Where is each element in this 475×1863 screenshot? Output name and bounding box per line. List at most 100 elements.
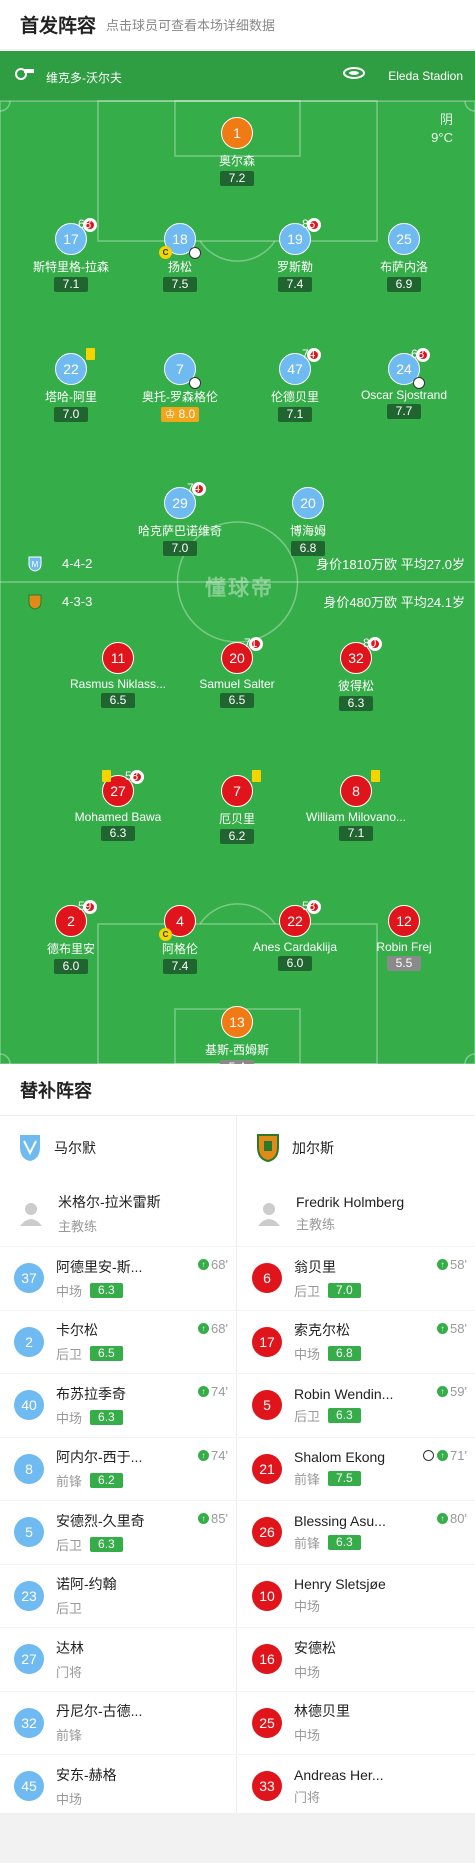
away-subs-team[interactable]: 加尔斯 bbox=[238, 1116, 475, 1180]
page-subtitle: 点击球员可查看本场详细数据 bbox=[106, 18, 276, 33]
player-rating: 7.1 bbox=[54, 277, 88, 292]
home-subs-team-name: 马尔默 bbox=[54, 1140, 96, 1156]
pitch: 维克多-沃尔夫 Eleda Stadion 阴 9°C M 4-4-2 身价18… bbox=[0, 51, 475, 1064]
player-name: 扬松 bbox=[167, 260, 192, 274]
sub-player-position: 中场 bbox=[56, 1791, 83, 1807]
lineup-header: 首发阵容 点击球员可查看本场详细数据 bbox=[0, 0, 475, 50]
sub-in-minute: 58' bbox=[450, 1320, 467, 1336]
away-player[interactable]: 4 C 阿格伦 7.4 bbox=[115, 905, 245, 975]
away-formation: 4-3-3 bbox=[62, 594, 93, 609]
jersey-number: 4C bbox=[159, 905, 196, 941]
player-rating: 6.0 bbox=[278, 956, 312, 971]
home-player[interactable]: 24 68' Oscar Sjostrand 7.7 bbox=[339, 347, 469, 420]
sub-player-row[interactable]: 16 安德松 中场 bbox=[238, 1627, 475, 1691]
gais-crest-icon bbox=[28, 594, 42, 610]
player-name: 布萨内洛 bbox=[379, 260, 428, 274]
away-player[interactable]: 20 71' Samuel Salter 6.5 bbox=[172, 636, 302, 709]
player-rating: 7.2 bbox=[220, 171, 254, 186]
home-player[interactable]: 1 奥尔森 7.2 bbox=[172, 117, 302, 187]
sub-player-name: 布苏拉季奇 bbox=[56, 1385, 126, 1402]
malmo-crest-icon: M bbox=[28, 556, 42, 572]
sub-player-name: 翁贝里 bbox=[294, 1258, 336, 1275]
sub-in-minute: 71' bbox=[450, 1447, 467, 1463]
weather-info: 阴 9°C bbox=[431, 111, 453, 147]
sub-minute: 85' bbox=[302, 217, 318, 231]
sub-player-position: 前锋 bbox=[294, 1472, 321, 1488]
sub-player-name: 安东-赫格 bbox=[56, 1766, 117, 1783]
jersey-number: 5 bbox=[252, 1390, 282, 1421]
player-name: Robin Frej bbox=[376, 940, 432, 954]
home-age: 平均27.0岁 bbox=[400, 557, 465, 572]
jersey-number: 18 C bbox=[159, 223, 201, 259]
away-player[interactable]: 7 厄贝里 6.2 bbox=[172, 770, 302, 845]
sub-in-indicator: ↑ 74' bbox=[198, 1384, 228, 1399]
sub-player-row[interactable]: 6 翁贝里 后卫 7.0 ↑ 58' bbox=[238, 1246, 475, 1310]
sub-player-position: 前锋 bbox=[56, 1474, 83, 1490]
player-name: William Milovano... bbox=[305, 810, 407, 824]
jersey-number: 11 bbox=[102, 642, 134, 674]
sub-minute: 71' bbox=[244, 636, 260, 650]
player-name: 奥托-罗森格伦 bbox=[142, 390, 218, 404]
home-player[interactable]: 18 C 扬松 7.5 bbox=[115, 223, 245, 293]
home-player[interactable]: 20 博海姆 6.8 bbox=[243, 487, 373, 557]
sub-minute: 74' bbox=[302, 347, 318, 361]
home-player[interactable]: 7 奥托-罗森格伦 ♔ 8.0 bbox=[115, 353, 245, 423]
sub-player-row[interactable]: 5 Robin Wendin... 后卫 6.3 ↑ 59' bbox=[238, 1373, 475, 1437]
jersey-number: 19 85' bbox=[279, 217, 321, 255]
sub-player-name: 达林 bbox=[56, 1639, 84, 1656]
player-rating: 7.4 bbox=[163, 959, 197, 974]
home-player[interactable]: 29 74' 哈克萨巴诺维奇 7.0 bbox=[115, 481, 245, 557]
sub-player-position: 中场 bbox=[294, 1728, 321, 1744]
sub-player-name: 阿内尔-西于... bbox=[56, 1449, 143, 1466]
sub-player-position: 中场 bbox=[294, 1664, 321, 1680]
player-rating: 6.5 bbox=[220, 693, 254, 708]
sub-player-row[interactable]: 17 索克尔松 中场 6.8 ↑ 58' bbox=[238, 1309, 475, 1374]
sub-player-name: 卡尔松 bbox=[56, 1322, 98, 1339]
sub-player-rating: 7.0 bbox=[328, 1282, 361, 1298]
sub-player-rating: 6.3 bbox=[90, 1282, 123, 1298]
away-player[interactable]: 32 80' 彼得松 6.3 bbox=[291, 636, 421, 712]
sub-player-row[interactable]: 8 阿内尔-西于... 前锋 6.2 ↑ 74' bbox=[0, 1436, 236, 1501]
sub-player-row[interactable]: 26 Blessing Asu... 前锋 6.3 ↑ 80' bbox=[238, 1500, 475, 1564]
sub-player-row[interactable]: 5 安德烈-久里奇 后卫 6.3 ↑ 85' bbox=[0, 1500, 236, 1564]
sub-player-position: 后卫 bbox=[56, 1537, 83, 1553]
weather-temp: 9°C bbox=[431, 130, 453, 145]
yellow-card-icon bbox=[86, 348, 95, 360]
captain-badge: C bbox=[159, 928, 172, 941]
svg-text:M: M bbox=[32, 560, 39, 569]
sub-player-position: 门将 bbox=[294, 1789, 321, 1805]
home-subs-team[interactable]: 马尔默 bbox=[0, 1116, 236, 1180]
sub-player-row[interactable]: 37 阿德里安-斯... 中场 6.3 ↑ 68' bbox=[0, 1246, 236, 1310]
away-player[interactable]: 13基斯-西姆斯5.4 bbox=[172, 1006, 302, 1064]
sub-player-row[interactable]: 2 卡尔松 后卫 6.5 ↑ 68' bbox=[0, 1309, 236, 1374]
sub-player-row[interactable]: 45 安东-赫格中场 bbox=[0, 1754, 236, 1818]
football-icon bbox=[189, 377, 201, 389]
sub-player-row[interactable]: 27 达林 门将 bbox=[0, 1627, 236, 1691]
sub-in-indicator: ↑ 68' bbox=[198, 1257, 228, 1272]
sub-player-row[interactable]: 40 布苏拉季奇 中场 6.3 ↑ 74' bbox=[0, 1373, 236, 1437]
sub-player-row[interactable]: 32 丹尼尔-古德... 前锋 bbox=[0, 1690, 236, 1755]
sub-player-position: 后卫 bbox=[56, 1601, 83, 1617]
sub-minute: 74' bbox=[187, 481, 203, 495]
jersey-number: 26 bbox=[252, 1517, 282, 1548]
away-player[interactable]: 8 William Milovano... 7.1 bbox=[291, 770, 421, 842]
sub-player-row[interactable]: 23 诺阿-约翰 后卫 bbox=[0, 1563, 236, 1628]
jersey-number: 6 bbox=[252, 1263, 282, 1294]
sub-player-row[interactable]: 10 Henry Sletsjøe 中场 bbox=[238, 1563, 475, 1628]
football-icon bbox=[189, 247, 201, 259]
home-player[interactable]: 25 布萨内洛 6.9 bbox=[339, 223, 469, 293]
away-player[interactable]: 12 Robin Frej 5.5 bbox=[339, 905, 469, 972]
sub-player-position: 门将 bbox=[56, 1664, 83, 1680]
sub-in-arrow-icon: ↑ bbox=[198, 1449, 210, 1461]
jersey-number: 45 bbox=[14, 1771, 44, 1802]
away-coach[interactable]: Fredrik Holmberg 主教练 bbox=[238, 1180, 475, 1246]
sub-player-rating: 6.3 bbox=[328, 1407, 361, 1423]
sub-player-row[interactable]: 21 Shalom Ekong 前锋 7.5 ↑ 71' bbox=[238, 1436, 475, 1501]
home-coach[interactable]: 米格尔-拉米雷斯 主教练 bbox=[0, 1180, 236, 1246]
away-player[interactable]: 11 Rasmus Niklass... 6.5 bbox=[53, 642, 183, 709]
jersey-number: 25 bbox=[388, 223, 420, 255]
away-player[interactable]: 27 58' Mohamed Bawa 6.3 bbox=[53, 769, 183, 842]
coach-avatar-icon bbox=[20, 1203, 42, 1226]
sub-player-row[interactable]: 33 Andreas Her... 门将 bbox=[238, 1754, 475, 1818]
sub-player-row[interactable]: 25 林德贝里 中场 bbox=[238, 1690, 475, 1755]
